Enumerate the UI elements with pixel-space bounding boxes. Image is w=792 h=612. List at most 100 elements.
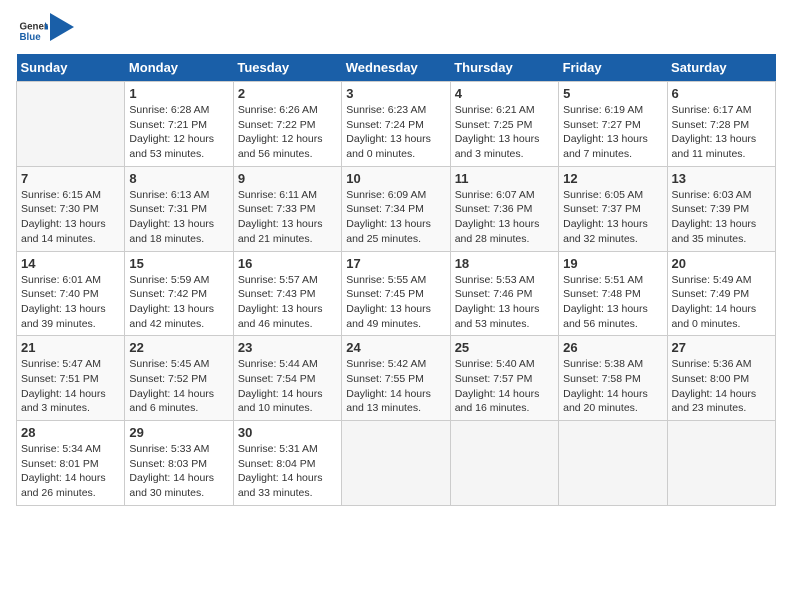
day-detail: Sunrise: 5:55 AM Sunset: 7:45 PM Dayligh…	[346, 273, 445, 332]
svg-text:General: General	[20, 22, 49, 33]
day-number: 9	[238, 171, 337, 186]
weekday-header-thursday: Thursday	[450, 54, 558, 82]
calendar-cell	[667, 421, 775, 506]
day-number: 8	[129, 171, 228, 186]
day-detail: Sunrise: 5:57 AM Sunset: 7:43 PM Dayligh…	[238, 273, 337, 332]
calendar-cell: 21 Sunrise: 5:47 AM Sunset: 7:51 PM Dayli…	[17, 336, 125, 421]
calendar-cell: 30 Sunrise: 5:31 AM Sunset: 8:04 PM Dayli…	[233, 421, 341, 506]
day-detail: Sunrise: 6:07 AM Sunset: 7:36 PM Dayligh…	[455, 188, 554, 247]
day-number: 21	[21, 340, 120, 355]
day-number: 5	[563, 86, 662, 101]
calendar-cell: 20 Sunrise: 5:49 AM Sunset: 7:49 PM Dayli…	[667, 251, 775, 336]
weekday-header-row: SundayMondayTuesdayWednesdayThursdayFrid…	[17, 54, 776, 82]
calendar-cell: 3Sunrise: 6:23 AM Sunset: 7:24 PM Daylig…	[342, 82, 450, 167]
calendar-table: SundayMondayTuesdayWednesdayThursdayFrid…	[16, 54, 776, 506]
day-number: 30	[238, 425, 337, 440]
calendar-cell: 18 Sunrise: 5:53 AM Sunset: 7:46 PM Dayli…	[450, 251, 558, 336]
day-number: 15	[129, 256, 228, 271]
day-detail: Sunrise: 6:17 AM Sunset: 7:28 PM Dayligh…	[672, 103, 771, 162]
day-number: 2	[238, 86, 337, 101]
day-number: 14	[21, 256, 120, 271]
calendar-week-row: 21 Sunrise: 5:47 AM Sunset: 7:51 PM Dayli…	[17, 336, 776, 421]
day-detail: Sunrise: 6:11 AM Sunset: 7:33 PM Dayligh…	[238, 188, 337, 247]
calendar-week-row: 28 Sunrise: 5:34 AM Sunset: 8:01 PM Dayli…	[17, 421, 776, 506]
day-detail: Sunrise: 5:40 AM Sunset: 7:57 PM Dayligh…	[455, 357, 554, 416]
calendar-cell: 22 Sunrise: 5:45 AM Sunset: 7:52 PM Dayli…	[125, 336, 233, 421]
day-detail: Sunrise: 5:33 AM Sunset: 8:03 PM Dayligh…	[129, 442, 228, 501]
calendar-cell: 25Sunrise: 5:40 AM Sunset: 7:57 PM Dayli…	[450, 336, 558, 421]
calendar-cell: 17 Sunrise: 5:55 AM Sunset: 7:45 PM Dayli…	[342, 251, 450, 336]
day-detail: Sunrise: 5:47 AM Sunset: 7:51 PM Dayligh…	[21, 357, 120, 416]
weekday-header-saturday: Saturday	[667, 54, 775, 82]
calendar-week-row: 7 Sunrise: 6:15 AM Sunset: 7:30 PM Daylig…	[17, 166, 776, 251]
calendar-cell: 16 Sunrise: 5:57 AM Sunset: 7:43 PM Dayli…	[233, 251, 341, 336]
day-number: 20	[672, 256, 771, 271]
day-detail: Sunrise: 6:09 AM Sunset: 7:34 PM Dayligh…	[346, 188, 445, 247]
calendar-week-row: 1 Sunrise: 6:28 AM Sunset: 7:21 PM Daylig…	[17, 82, 776, 167]
calendar-cell: 24Sunrise: 5:42 AM Sunset: 7:55 PM Dayli…	[342, 336, 450, 421]
calendar-cell: 28 Sunrise: 5:34 AM Sunset: 8:01 PM Dayli…	[17, 421, 125, 506]
calendar-cell	[342, 421, 450, 506]
day-number: 22	[129, 340, 228, 355]
day-detail: Sunrise: 6:03 AM Sunset: 7:39 PM Dayligh…	[672, 188, 771, 247]
day-detail: Sunrise: 5:36 AM Sunset: 8:00 PM Dayligh…	[672, 357, 771, 416]
day-number: 10	[346, 171, 445, 186]
day-detail: Sunrise: 5:34 AM Sunset: 8:01 PM Dayligh…	[21, 442, 120, 501]
calendar-cell: 12 Sunrise: 6:05 AM Sunset: 7:37 PM Dayli…	[559, 166, 667, 251]
calendar-cell	[559, 421, 667, 506]
header: General Blue	[16, 16, 776, 46]
day-number: 16	[238, 256, 337, 271]
day-detail: Sunrise: 5:59 AM Sunset: 7:42 PM Dayligh…	[129, 273, 228, 332]
calendar-cell: 23 Sunrise: 5:44 AM Sunset: 7:54 PM Dayli…	[233, 336, 341, 421]
day-number: 19	[563, 256, 662, 271]
calendar-cell: 19 Sunrise: 5:51 AM Sunset: 7:48 PM Dayli…	[559, 251, 667, 336]
calendar-cell	[450, 421, 558, 506]
day-number: 12	[563, 171, 662, 186]
day-detail: Sunrise: 5:53 AM Sunset: 7:46 PM Dayligh…	[455, 273, 554, 332]
calendar-cell: 10 Sunrise: 6:09 AM Sunset: 7:34 PM Dayli…	[342, 166, 450, 251]
calendar-cell: 7 Sunrise: 6:15 AM Sunset: 7:30 PM Daylig…	[17, 166, 125, 251]
weekday-header-sunday: Sunday	[17, 54, 125, 82]
weekday-header-tuesday: Tuesday	[233, 54, 341, 82]
day-detail: Sunrise: 6:05 AM Sunset: 7:37 PM Dayligh…	[563, 188, 662, 247]
day-detail: Sunrise: 5:45 AM Sunset: 7:52 PM Dayligh…	[129, 357, 228, 416]
day-number: 23	[238, 340, 337, 355]
day-number: 7	[21, 171, 120, 186]
day-number: 17	[346, 256, 445, 271]
logo-arrow-icon	[50, 13, 74, 41]
calendar-cell: 6 Sunrise: 6:17 AM Sunset: 7:28 PM Daylig…	[667, 82, 775, 167]
day-detail: Sunrise: 6:13 AM Sunset: 7:31 PM Dayligh…	[129, 188, 228, 247]
day-number: 4	[455, 86, 554, 101]
day-number: 18	[455, 256, 554, 271]
calendar-cell: 1 Sunrise: 6:28 AM Sunset: 7:21 PM Daylig…	[125, 82, 233, 167]
calendar-cell: 11 Sunrise: 6:07 AM Sunset: 7:36 PM Dayli…	[450, 166, 558, 251]
calendar-cell: 9 Sunrise: 6:11 AM Sunset: 7:33 PM Daylig…	[233, 166, 341, 251]
calendar-cell: 4 Sunrise: 6:21 AM Sunset: 7:25 PM Daylig…	[450, 82, 558, 167]
day-number: 13	[672, 171, 771, 186]
day-number: 28	[21, 425, 120, 440]
calendar-cell: 26Sunrise: 5:38 AM Sunset: 7:58 PM Dayli…	[559, 336, 667, 421]
day-number: 1	[129, 86, 228, 101]
calendar-cell: 5Sunrise: 6:19 AM Sunset: 7:27 PM Daylig…	[559, 82, 667, 167]
day-detail: Sunrise: 6:15 AM Sunset: 7:30 PM Dayligh…	[21, 188, 120, 247]
day-detail: Sunrise: 6:01 AM Sunset: 7:40 PM Dayligh…	[21, 273, 120, 332]
day-detail: Sunrise: 5:31 AM Sunset: 8:04 PM Dayligh…	[238, 442, 337, 501]
calendar-cell	[17, 82, 125, 167]
day-number: 24	[346, 340, 445, 355]
day-number: 29	[129, 425, 228, 440]
day-detail: Sunrise: 6:21 AM Sunset: 7:25 PM Dayligh…	[455, 103, 554, 162]
calendar-cell: 27 Sunrise: 5:36 AM Sunset: 8:00 PM Dayli…	[667, 336, 775, 421]
day-number: 6	[672, 86, 771, 101]
calendar-cell: 15 Sunrise: 5:59 AM Sunset: 7:42 PM Dayli…	[125, 251, 233, 336]
day-number: 11	[455, 171, 554, 186]
day-detail: Sunrise: 5:44 AM Sunset: 7:54 PM Dayligh…	[238, 357, 337, 416]
logo: General Blue	[16, 16, 74, 46]
calendar-cell: 29 Sunrise: 5:33 AM Sunset: 8:03 PM Dayli…	[125, 421, 233, 506]
day-number: 27	[672, 340, 771, 355]
day-detail: Sunrise: 5:49 AM Sunset: 7:49 PM Dayligh…	[672, 273, 771, 332]
calendar-cell: 8 Sunrise: 6:13 AM Sunset: 7:31 PM Daylig…	[125, 166, 233, 251]
calendar-week-row: 14 Sunrise: 6:01 AM Sunset: 7:40 PM Dayli…	[17, 251, 776, 336]
day-detail: Sunrise: 6:28 AM Sunset: 7:21 PM Dayligh…	[129, 103, 228, 162]
logo-icon: General Blue	[18, 16, 48, 46]
day-detail: Sunrise: 5:51 AM Sunset: 7:48 PM Dayligh…	[563, 273, 662, 332]
